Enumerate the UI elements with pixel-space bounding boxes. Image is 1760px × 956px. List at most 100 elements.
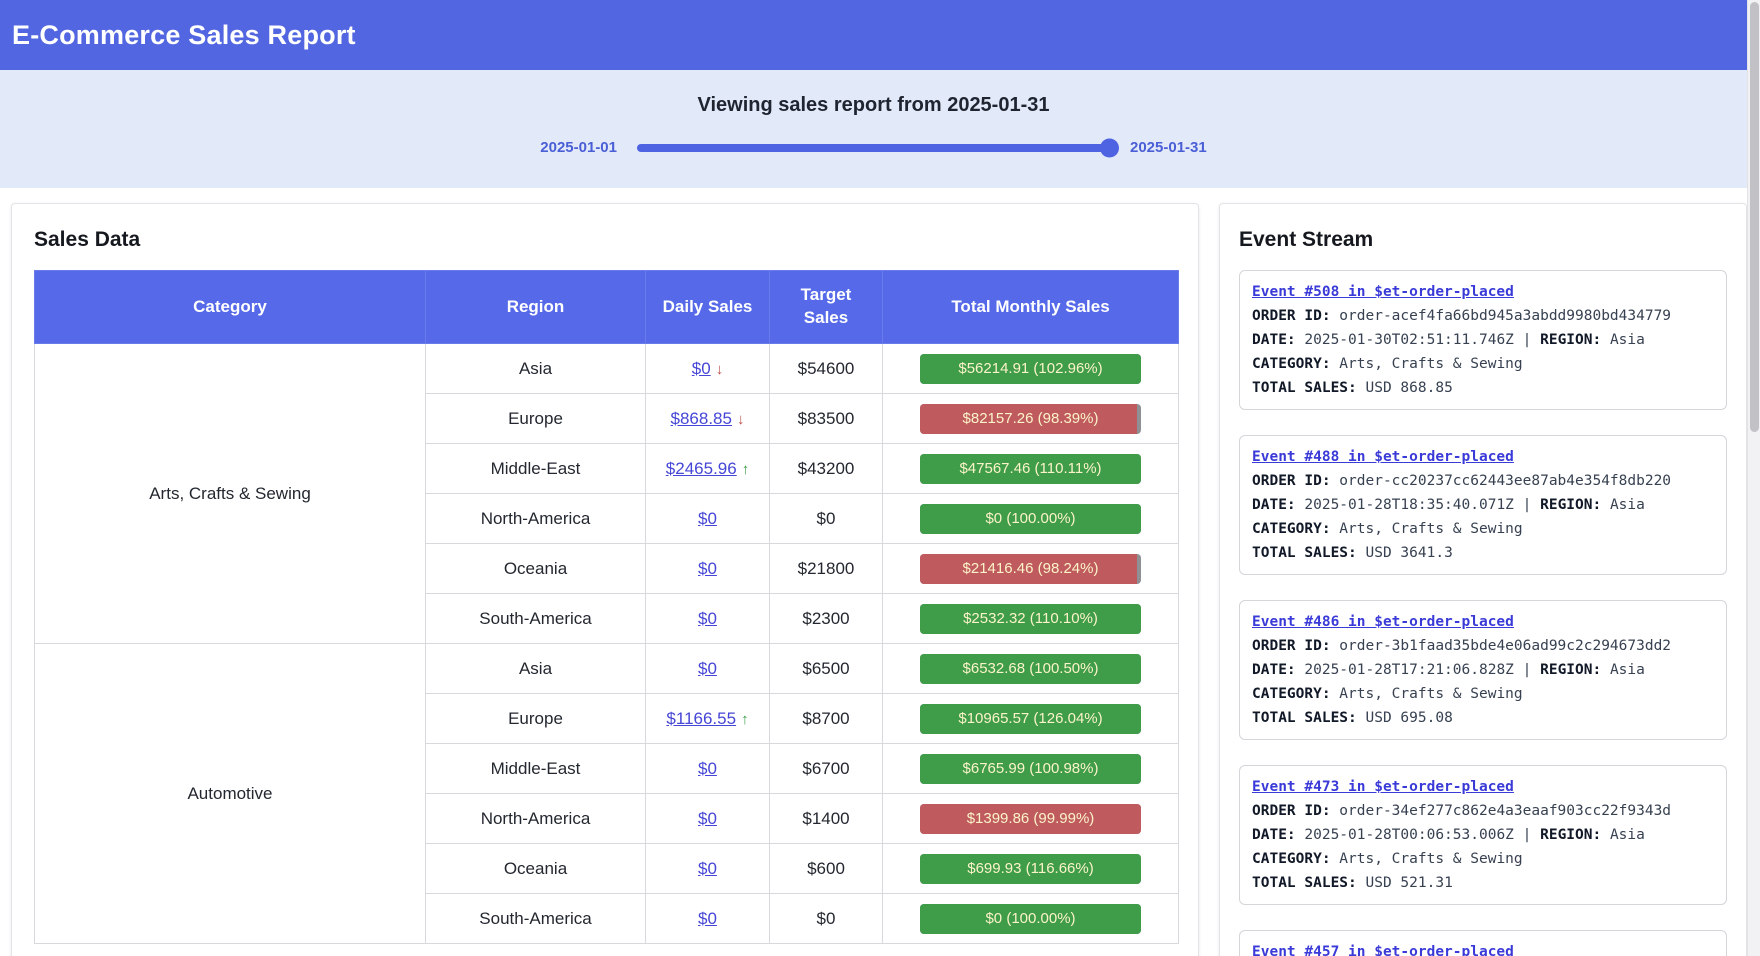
column-header-region: Region (426, 271, 646, 344)
daily-sales-cell: $0 (646, 544, 770, 594)
event-stream-heading: Event Stream (1220, 204, 1746, 270)
daily-sales-link[interactable]: $0 (692, 359, 711, 378)
region-cell: South-America (426, 894, 646, 944)
daily-sales-link[interactable]: $868.85 (671, 409, 732, 428)
sales-table: Category Region Daily Sales Target Sales… (34, 270, 1179, 944)
trend-down-icon: ↓ (737, 411, 745, 428)
monthly-sales-label: $21416.46 (98.24%) (920, 554, 1141, 584)
event-detail-line: TOTAL SALES: USD 695.08 (1252, 706, 1714, 730)
event-detail-line: ORDER ID: order-acef4fa66bd945a3abdd9980… (1252, 304, 1714, 328)
app-title: E-Commerce Sales Report (12, 20, 356, 51)
monthly-sales-bar: $2532.32 (110.10%) (920, 604, 1141, 634)
monthly-sales-bar: $699.93 (116.66%) (920, 854, 1141, 884)
total-monthly-sales-cell: $6532.68 (100.50%) (883, 644, 1179, 694)
daily-sales-link[interactable]: $0 (698, 909, 717, 928)
event-link[interactable]: Event #488 in $et-order-placed (1252, 449, 1514, 465)
column-header-target-sales: Target Sales (770, 271, 883, 344)
event-link[interactable]: Event #508 in $et-order-placed (1252, 284, 1514, 300)
monthly-sales-bar: $1399.86 (99.99%) (920, 804, 1141, 834)
daily-sales-cell: $0 (646, 494, 770, 544)
table-header-row: Category Region Daily Sales Target Sales… (35, 271, 1179, 344)
monthly-sales-label: $6532.68 (100.50%) (920, 654, 1141, 684)
daily-sales-link[interactable]: $0 (698, 659, 717, 678)
slider-row: 2025-01-01 2025-01-31 (0, 139, 1747, 156)
date-range-slider[interactable] (637, 144, 1110, 152)
daily-sales-link[interactable]: $0 (698, 509, 717, 528)
daily-sales-link[interactable]: $1166.55 (666, 709, 736, 728)
event-detail-line: DATE: 2025-01-30T02:51:11.746Z | REGION:… (1252, 328, 1714, 352)
target-sales-cell: $43200 (770, 444, 883, 494)
total-monthly-sales-cell: $0 (100.00%) (883, 894, 1179, 944)
target-sales-cell: $2300 (770, 594, 883, 644)
monthly-sales-label: $2532.32 (110.10%) (920, 604, 1141, 634)
trend-down-icon: ↓ (716, 361, 724, 378)
region-cell: Oceania (426, 844, 646, 894)
total-monthly-sales-cell: $56214.91 (102.96%) (883, 344, 1179, 394)
category-cell: Arts, Crafts & Sewing (35, 344, 426, 644)
monthly-sales-bar: $6765.99 (100.98%) (920, 754, 1141, 784)
event-card: Event #486 in $et-order-placed ORDER ID: … (1239, 600, 1727, 740)
scrollbar-thumb[interactable] (1750, 2, 1759, 432)
monthly-sales-label: $699.93 (116.66%) (920, 854, 1141, 884)
event-detail-line: ORDER ID: order-3b1faad35bde4e06ad99c2c2… (1252, 634, 1714, 658)
sales-table-body: Arts, Crafts & SewingAsia$0↓$54600$56214… (35, 344, 1179, 944)
column-header-daily-sales: Daily Sales (646, 271, 770, 344)
trend-up-icon: ↑ (741, 711, 749, 728)
event-card: Event #488 in $et-order-placedORDER ID: … (1239, 435, 1727, 575)
event-card: Event #457 in $et-order-placedORDER ID: … (1239, 930, 1727, 956)
event-link[interactable]: Event #473 in $et-order-placed (1252, 779, 1514, 795)
daily-sales-cell: $0 ↓ (646, 344, 770, 394)
scrollbar[interactable] (1747, 0, 1760, 956)
daily-sales-link[interactable]: $0 (698, 559, 717, 578)
event-detail-line: DATE: 2025-01-28T00:06:53.006Z | REGION:… (1252, 823, 1714, 847)
daily-sales-link[interactable]: $0 (698, 859, 717, 878)
target-sales-cell: $6700 (770, 744, 883, 794)
region-cell: North-America (426, 794, 646, 844)
target-sales-cell: $21800 (770, 544, 883, 594)
monthly-sales-bar: $0 (100.00%) (920, 504, 1141, 534)
daily-sales-cell: $868.85 ↓ (646, 394, 770, 444)
date-filter-section: Viewing sales report from 2025-01-31 202… (0, 70, 1747, 188)
event-link[interactable]: Event #486 in $et-order-placed (1252, 614, 1514, 630)
daily-sales-cell: $1166.55 ↑ (646, 694, 770, 744)
daily-sales-link[interactable]: $0 (698, 609, 717, 628)
slider-start-label: 2025-01-01 (540, 139, 617, 156)
event-detail-line: TOTAL SALES: USD 868.85 (1252, 376, 1714, 400)
daily-sales-link[interactable]: $0 (698, 809, 717, 828)
event-detail-line: ORDER ID: order-34ef277c862e4a3eaaf903cc… (1252, 799, 1714, 823)
column-header-category: Category (35, 271, 426, 344)
target-sales-cell: $0 (770, 894, 883, 944)
daily-sales-cell: $0 (646, 594, 770, 644)
total-monthly-sales-cell: $2532.32 (110.10%) (883, 594, 1179, 644)
slider-end-label: 2025-01-31 (1130, 139, 1207, 156)
total-monthly-sales-cell: $699.93 (116.66%) (883, 844, 1179, 894)
total-monthly-sales-cell: $6765.99 (100.98%) (883, 744, 1179, 794)
total-monthly-sales-cell: $82157.26 (98.39%) (883, 394, 1179, 444)
target-sales-cell: $1400 (770, 794, 883, 844)
target-sales-cell: $6500 (770, 644, 883, 694)
sales-panel: Sales Data Category Region Daily Sales T… (11, 203, 1199, 956)
event-detail-line: TOTAL SALES: USD 521.31 (1252, 871, 1714, 895)
monthly-sales-label: $10965.57 (126.04%) (920, 704, 1141, 734)
monthly-sales-bar: $21416.46 (98.24%) (920, 554, 1141, 584)
monthly-sales-bar: $47567.46 (110.11%) (920, 454, 1141, 484)
daily-sales-link[interactable]: $0 (698, 759, 717, 778)
total-monthly-sales-cell: $21416.46 (98.24%) (883, 544, 1179, 594)
daily-sales-cell: $0 (646, 744, 770, 794)
event-link[interactable]: Event #457 in $et-order-placed (1252, 944, 1514, 956)
daily-sales-link[interactable]: $2465.96 (666, 459, 737, 478)
column-header-total-monthly-sales: Total Monthly Sales (883, 271, 1179, 344)
slider-thumb[interactable] (1100, 138, 1119, 157)
total-monthly-sales-cell: $10965.57 (126.04%) (883, 694, 1179, 744)
region-cell: Oceania (426, 544, 646, 594)
total-monthly-sales-cell: $0 (100.00%) (883, 494, 1179, 544)
daily-sales-cell: $2465.96↑ (646, 444, 770, 494)
event-detail-line: DATE: 2025-01-28T18:35:40.071Z | REGION:… (1252, 493, 1714, 517)
event-detail-line: CATEGORY: Arts, Crafts & Sewing (1252, 682, 1714, 706)
total-monthly-sales-cell: $47567.46 (110.11%) (883, 444, 1179, 494)
monthly-sales-label: $6765.99 (100.98%) (920, 754, 1141, 784)
daily-sales-cell: $0 (646, 794, 770, 844)
sales-heading: Sales Data (12, 204, 1198, 270)
filter-heading: Viewing sales report from 2025-01-31 (0, 94, 1747, 117)
target-sales-cell: $83500 (770, 394, 883, 444)
